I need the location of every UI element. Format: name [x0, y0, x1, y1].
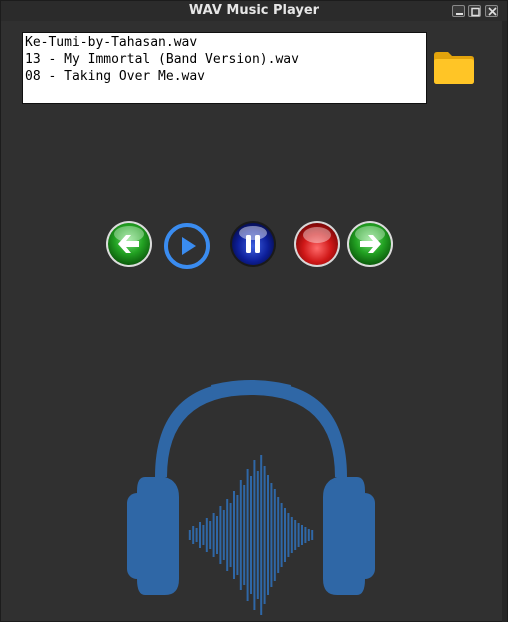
close-button[interactable]: [485, 5, 498, 17]
headphones-waveform-art: [127, 380, 375, 615]
playlist-item[interactable]: Ke-Tumi-by-Tahasan.wav: [25, 34, 424, 51]
title-bar[interactable]: WAV Music Player: [1, 1, 507, 21]
pause-button[interactable]: [229, 220, 277, 268]
window-edge: [502, 21, 507, 622]
playlist-item[interactable]: 13 - My Immortal (Band Version).wav: [25, 51, 424, 68]
minimize-icon: [456, 13, 463, 15]
minimize-button[interactable]: [452, 5, 465, 17]
play-icon: [182, 237, 196, 255]
play-button[interactable]: [163, 222, 211, 270]
folder-icon[interactable]: [432, 49, 476, 86]
waveform-icon: [188, 455, 314, 615]
next-button[interactable]: [346, 220, 394, 268]
maximize-icon: [471, 7, 480, 17]
playlist-box[interactable]: Ke-Tumi-by-Tahasan.wav 13 - My Immortal …: [22, 32, 427, 104]
previous-button[interactable]: [105, 220, 153, 268]
close-icon: [488, 7, 497, 16]
window-title: WAV Music Player: [188, 3, 320, 18]
playlist-item[interactable]: 08 - Taking Over Me.wav: [25, 68, 424, 85]
app-window: WAV Music Player Ke-Tumi-by-Tahasan.wav …: [0, 0, 508, 622]
maximize-button[interactable]: [468, 5, 481, 17]
stop-button[interactable]: [293, 220, 341, 268]
stop-icon: [303, 227, 331, 243]
